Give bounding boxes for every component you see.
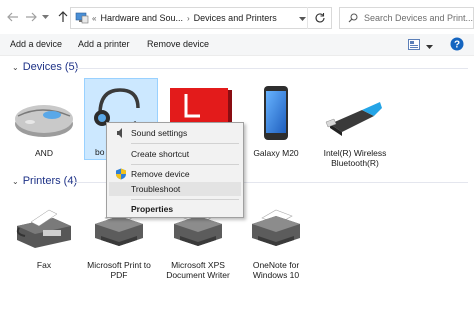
remove-device-button[interactable]: Remove device (147, 39, 209, 49)
context-menu: Sound settings Create shortcut Remove de… (106, 122, 244, 218)
devices-group-title: Devices (5) (22, 61, 79, 73)
menu-item-label: Sound settings (131, 128, 188, 138)
help-icon: ? (450, 37, 464, 51)
command-bar: Add a device Add a printer Remove device… (0, 34, 474, 56)
device-item-phone[interactable]: Galaxy M20 (240, 82, 312, 162)
change-view-button[interactable] (408, 39, 420, 52)
printer-item-onenote[interactable]: OneNote for Windows 10 (240, 204, 312, 284)
device-label: Intel(R) Wireless Bluetooth(R) (323, 148, 387, 168)
device-label: Galaxy M20 (253, 148, 299, 158)
collapse-chevron-icon: ⌄ (12, 176, 19, 186)
menu-item-label: Properties (131, 204, 174, 214)
printer-icon (252, 209, 300, 246)
usb-adapter-icon (325, 102, 382, 136)
breadcrumb-overflow-icon[interactable]: « (92, 14, 96, 23)
menu-item-label: Remove device (131, 169, 190, 179)
back-arrow-icon (7, 12, 18, 22)
view-icon (408, 39, 420, 50)
refresh-button[interactable] (314, 12, 326, 26)
address-divider (307, 7, 308, 29)
up-arrow-icon (58, 11, 68, 22)
search-icon (348, 13, 358, 23)
menu-item-create-shortcut[interactable]: Create shortcut (109, 147, 241, 161)
fax-icon (16, 209, 71, 248)
menu-separator (131, 164, 239, 165)
menu-separator (131, 143, 239, 144)
address-bar-area: « Hardware and Sou... › Devices and Prin… (0, 0, 474, 34)
search-placeholder: Search Devices and Print... (364, 13, 474, 23)
back-button[interactable] (6, 9, 20, 25)
refresh-icon (315, 13, 325, 23)
device-item-mouse[interactable]: AND (8, 90, 80, 160)
device-label: AND (35, 148, 53, 158)
up-button[interactable] (56, 9, 70, 25)
collapse-chevron-icon: ⌄ (12, 62, 19, 72)
forward-button[interactable] (24, 9, 38, 25)
add-printer-button[interactable]: Add a printer (78, 39, 130, 49)
mouse-icon (15, 105, 73, 137)
menu-item-troubleshoot[interactable]: Troubleshoot (109, 182, 241, 196)
menu-item-label: Troubleshoot (131, 184, 181, 194)
menu-item-remove-device[interactable]: Remove device (109, 167, 241, 181)
speaker-icon (117, 128, 122, 138)
menu-item-sound-settings[interactable]: Sound settings (109, 126, 241, 140)
chevron-down-icon (426, 45, 433, 49)
address-dropdown-button[interactable] (299, 14, 306, 24)
svg-text:?: ? (454, 40, 460, 51)
help-button[interactable]: ? (450, 37, 464, 53)
printer-label: Microsoft Print to PDF (87, 260, 151, 280)
breadcrumb-separator-icon[interactable]: › (187, 14, 190, 23)
printers-group-header[interactable]: ⌄ Printers (4) (12, 175, 77, 187)
printer-label: Microsoft XPS Document Writer (166, 260, 230, 280)
chevron-down-icon (41, 14, 49, 19)
printers-group-title: Printers (4) (22, 175, 78, 187)
printer-label: Fax (36, 260, 52, 270)
search-input[interactable]: Search Devices and Print... (339, 7, 474, 29)
chevron-down-icon (299, 17, 306, 21)
menu-separator (131, 199, 239, 200)
printer-item-fax[interactable]: Fax (8, 204, 80, 272)
control-panel-icon (75, 12, 89, 24)
devices-group-header[interactable]: ⌄ Devices (5) (12, 61, 78, 73)
printer-label: OneNote for Windows 10 (252, 260, 300, 280)
device-item-bluetooth-adapter[interactable]: Intel(R) Wireless Bluetooth(R) (318, 96, 390, 170)
menu-item-properties[interactable]: Properties (109, 202, 241, 216)
address-box[interactable]: « Hardware and Sou... › Devices and Prin… (70, 7, 332, 29)
breadcrumb-devices-and-printers[interactable]: Devices and Printers (194, 13, 277, 23)
phone-icon (264, 86, 288, 140)
menu-item-label: Create shortcut (131, 149, 190, 159)
breadcrumb-hardware-and-sound[interactable]: Hardware and Sou... (100, 13, 183, 23)
shield-icon (116, 168, 126, 180)
forward-arrow-icon (26, 12, 37, 22)
devices-group-divider (74, 68, 468, 69)
recent-locations-button[interactable] (40, 9, 50, 25)
view-options-dropdown[interactable] (426, 42, 433, 52)
add-device-button[interactable]: Add a device (10, 39, 62, 49)
